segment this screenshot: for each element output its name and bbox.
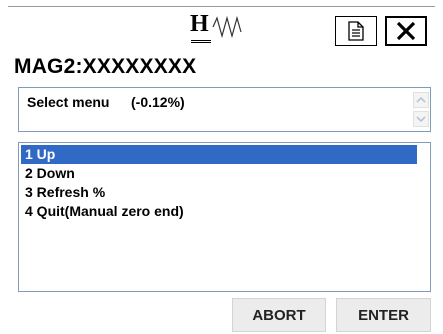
menu-list: 1 Up 2 Down 3 Refresh % 4 Quit(Manual ze… xyxy=(18,142,431,292)
list-item-down[interactable]: 2 Down xyxy=(21,164,417,183)
device-title: MAG2:XXXXXXXX xyxy=(14,55,197,78)
logo-letter: H xyxy=(190,11,209,37)
list-item-up[interactable]: 1 Up xyxy=(21,145,417,164)
wave-icon xyxy=(212,16,242,38)
scroll-down-button[interactable] xyxy=(413,111,429,127)
top-divider xyxy=(8,6,435,7)
close-icon xyxy=(396,21,416,41)
document-button[interactable] xyxy=(335,16,377,46)
list-item-quit[interactable]: 4 Quit(Manual zero end) xyxy=(21,202,417,221)
document-icon xyxy=(348,21,364,41)
menu-header-label: Select menu xyxy=(27,94,110,110)
chevron-down-icon xyxy=(416,116,426,123)
list-item-refresh[interactable]: 3 Refresh % xyxy=(21,183,417,202)
menu-header-box: Select menu (-0.12%) xyxy=(18,87,431,132)
scroll-up-button[interactable] xyxy=(413,92,429,108)
hw-logo: H xyxy=(190,10,246,43)
chevron-up-icon xyxy=(416,96,426,103)
enter-button[interactable]: ENTER xyxy=(336,298,431,332)
menu-header-value: (-0.12%) xyxy=(131,94,185,110)
abort-button[interactable]: ABORT xyxy=(232,298,326,332)
close-button[interactable] xyxy=(385,16,427,46)
